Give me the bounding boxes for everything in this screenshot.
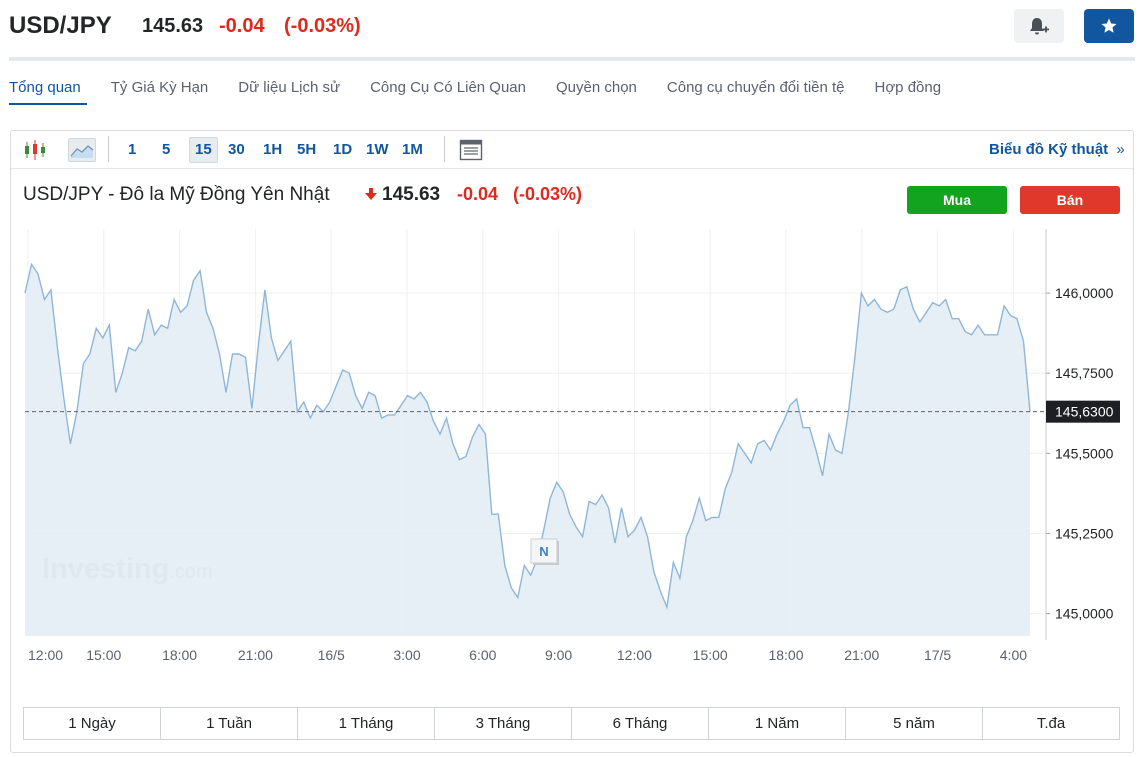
price-area-fill <box>25 264 1030 636</box>
y-axis-tick-label: 146,0000 <box>1055 285 1114 301</box>
x-axis-tick-label: 21:00 <box>844 647 879 663</box>
period-6-months[interactable]: 6 Tháng <box>572 708 709 739</box>
y-axis-tick-label: 145,0000 <box>1055 606 1114 622</box>
y-axis-tick-label: 145,5000 <box>1055 445 1114 461</box>
y-axis-tick-label: 145,7500 <box>1055 365 1114 381</box>
price-chart[interactable]: 12:00 15:00 18:00 21:00 16/5 3:00 6:00 9:00 12:0… <box>0 0 1138 757</box>
period-1-day[interactable]: 1 Ngày <box>24 708 161 739</box>
period-max[interactable]: T.đa <box>983 708 1119 739</box>
x-axis-tick-label: 17/5 <box>924 647 951 663</box>
x-axis-tick-label: 3:00 <box>393 647 420 663</box>
period-3-months[interactable]: 3 Tháng <box>435 708 572 739</box>
y-axis-tick-label: 145,2500 <box>1055 525 1114 541</box>
current-price-label: 145,6300 <box>1055 404 1114 420</box>
x-axis-tick-label: 4:00 <box>1000 647 1027 663</box>
x-axis-tick-label: 9:00 <box>545 647 572 663</box>
period-5-years[interactable]: 5 năm <box>846 708 983 739</box>
x-axis-tick-label: 6:00 <box>469 647 496 663</box>
period-1-year[interactable]: 1 Năm <box>709 708 846 739</box>
period-1-week[interactable]: 1 Tuần <box>161 708 298 739</box>
x-axis-tick-label: 15:00 <box>86 647 121 663</box>
x-axis-tick-label: 12:00 <box>617 647 652 663</box>
x-axis-tick-label: 18:00 <box>768 647 803 663</box>
period-1-month[interactable]: 1 Tháng <box>298 708 435 739</box>
news-marker-label: N <box>539 544 548 559</box>
x-axis-tick-label: 16/5 <box>318 647 345 663</box>
x-axis-tick-label: 12:00 <box>28 647 63 663</box>
x-axis-tick-label: 15:00 <box>693 647 728 663</box>
period-selector: 1 Ngày 1 Tuần 1 Tháng 3 Tháng 6 Tháng 1 … <box>23 707 1120 740</box>
x-axis-tick-label: 21:00 <box>238 647 273 663</box>
x-axis-tick-label: 18:00 <box>162 647 197 663</box>
